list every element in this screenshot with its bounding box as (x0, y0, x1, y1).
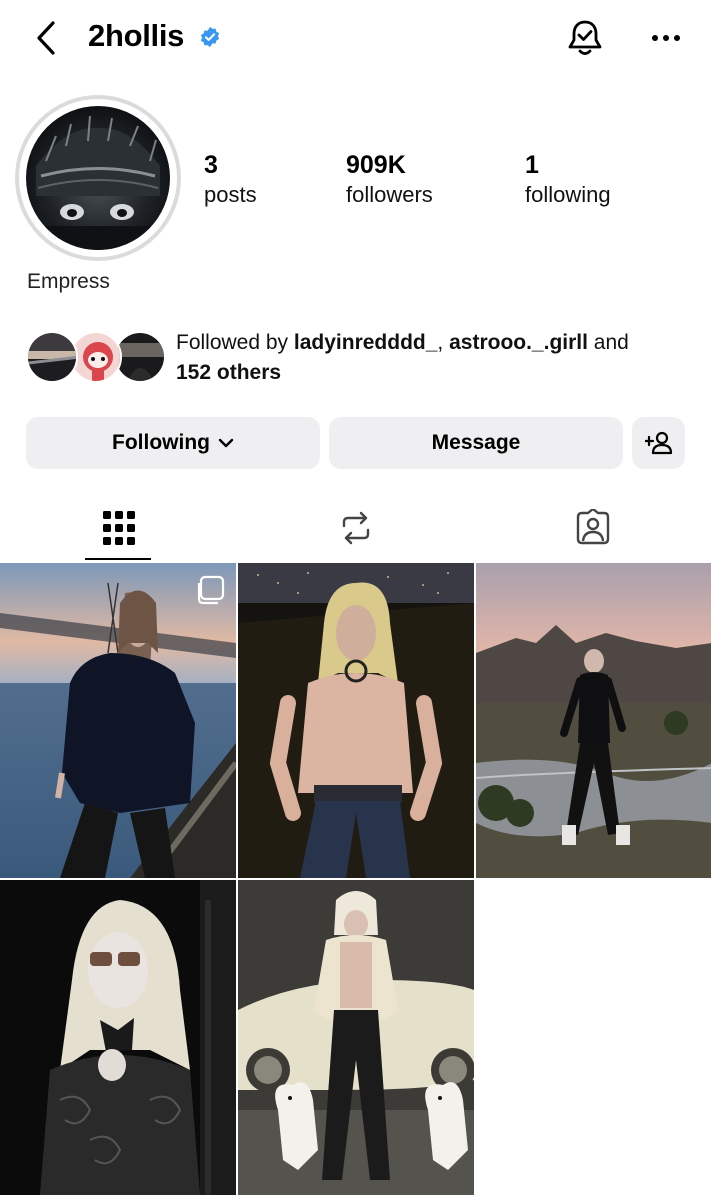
chevron-left-icon (37, 21, 55, 55)
followers-count-value: 909K (346, 151, 406, 179)
mutual-avatar (26, 331, 78, 383)
following-count[interactable]: 1 following (525, 150, 611, 210)
followers-count[interactable]: 909K followers (346, 150, 433, 210)
back-button[interactable] (28, 18, 64, 58)
more-options-button[interactable] (644, 20, 688, 56)
followed-by-text[interactable]: Followed by ladyinredddd_, astrooo._.gir… (176, 328, 696, 388)
followed-by-user[interactable]: astrooo._.girll (449, 331, 588, 354)
followed-by-separator: , (437, 331, 450, 354)
bell-check-icon (568, 20, 602, 55)
tab-reposts[interactable] (237, 494, 474, 562)
grid-icon (102, 511, 135, 545)
followed-by-user[interactable]: ladyinredddd_ (294, 331, 438, 354)
tagged-person-icon (576, 509, 609, 545)
chevron-down-icon (218, 438, 234, 448)
multiple-photos-icon (197, 575, 225, 605)
profile-tabs (0, 494, 711, 562)
followed-by-others[interactable]: 152 others (176, 361, 281, 384)
suggested-users-button[interactable] (632, 417, 685, 469)
tab-posts-grid[interactable] (0, 494, 237, 562)
profile-avatar[interactable] (26, 106, 170, 250)
post-thumbnail[interactable] (476, 563, 711, 878)
tab-tagged[interactable] (474, 494, 711, 562)
notifications-button[interactable] (563, 16, 607, 60)
followers-count-label: followers (346, 182, 433, 207)
post-thumbnail[interactable] (0, 563, 236, 878)
more-dots-icon (652, 35, 680, 41)
active-tab-indicator (85, 558, 151, 560)
following-button[interactable]: Following (26, 417, 320, 469)
post-thumbnail[interactable] (238, 563, 474, 878)
followed-by-and: and (587, 331, 629, 354)
message-button-label: Message (431, 431, 521, 454)
empty-grid-cell (476, 880, 711, 1195)
message-button[interactable]: Message (329, 417, 623, 469)
add-person-icon (644, 431, 672, 455)
following-count-value: 1 (525, 151, 539, 179)
repost-icon (342, 511, 369, 545)
posts-count-value: 3 (204, 151, 218, 179)
post-thumbnail[interactable] (238, 880, 474, 1195)
posts-count-label: posts (204, 182, 257, 207)
profile-display-name: Empress (27, 270, 110, 293)
followed-by-prefix: Followed by (176, 331, 294, 354)
post-thumbnail[interactable] (0, 880, 236, 1195)
profile-username: 2hollis (88, 18, 185, 53)
verified-badge-icon (200, 26, 220, 48)
following-button-label: Following (112, 431, 210, 454)
profile-header: 2hollis (0, 0, 711, 76)
posts-count[interactable]: 3 posts (204, 150, 257, 210)
mutual-followers-avatars[interactable] (26, 331, 166, 385)
following-count-label: following (525, 182, 611, 207)
